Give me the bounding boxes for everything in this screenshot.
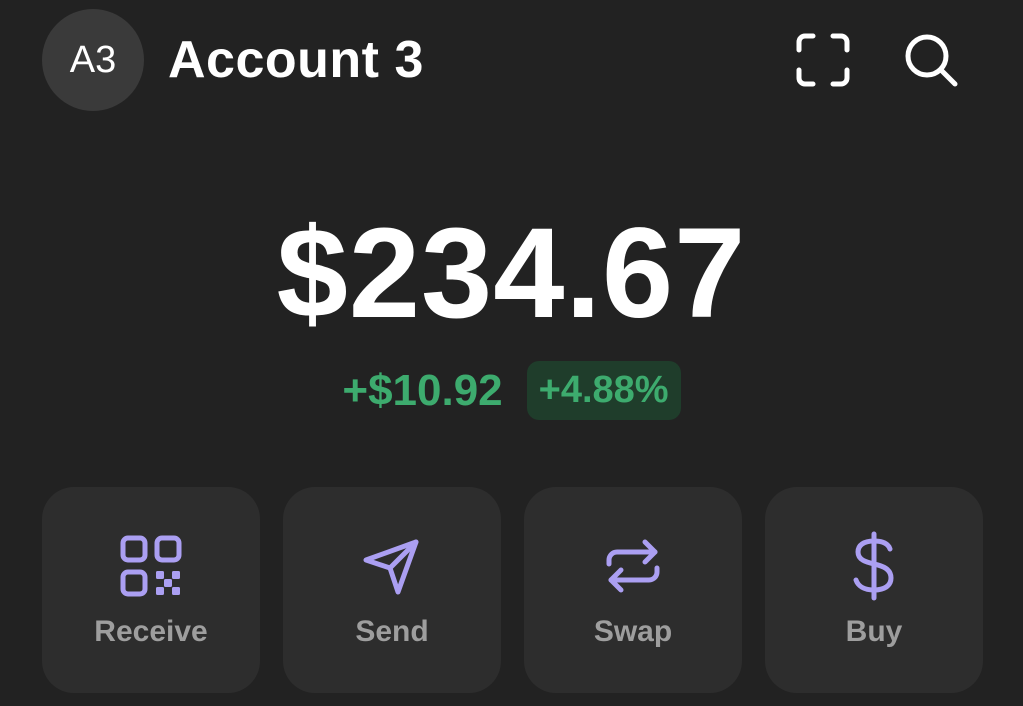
quick-actions: Receive Send Swap Buy: [42, 487, 983, 693]
total-balance: $234.67: [276, 202, 747, 345]
buy-button[interactable]: Buy: [765, 487, 983, 693]
send-label: Send: [355, 615, 429, 648]
swap-button[interactable]: Swap: [524, 487, 742, 693]
buy-label: Buy: [845, 615, 903, 648]
balance-change-row: +$10.92 +4.88%: [0, 361, 1023, 420]
receive-label: Receive: [94, 615, 208, 648]
account-avatar[interactable]: A3: [42, 9, 144, 111]
scan-button[interactable]: [791, 28, 855, 92]
send-button[interactable]: Send: [283, 487, 501, 693]
header-actions: [791, 28, 963, 92]
change-amount: +$10.92: [342, 365, 503, 415]
search-icon: [905, 34, 958, 87]
receive-button[interactable]: Receive: [42, 487, 260, 693]
qr-code-icon: [116, 531, 186, 601]
account-name[interactable]: Account 3: [168, 30, 424, 90]
swap-label: Swap: [593, 615, 673, 648]
dollar-icon: [839, 531, 909, 601]
wallet-home-screen: A3 Account 3 $234.67 +$10.92 +4.88% Rece…: [0, 0, 1023, 706]
search-button[interactable]: [899, 28, 963, 92]
scan-icon: [796, 33, 850, 87]
change-percent-badge: +4.88%: [526, 361, 681, 420]
swap-arrows-icon: [598, 531, 668, 601]
paper-plane-icon: [357, 531, 427, 601]
header: A3 Account 3: [42, 9, 963, 111]
